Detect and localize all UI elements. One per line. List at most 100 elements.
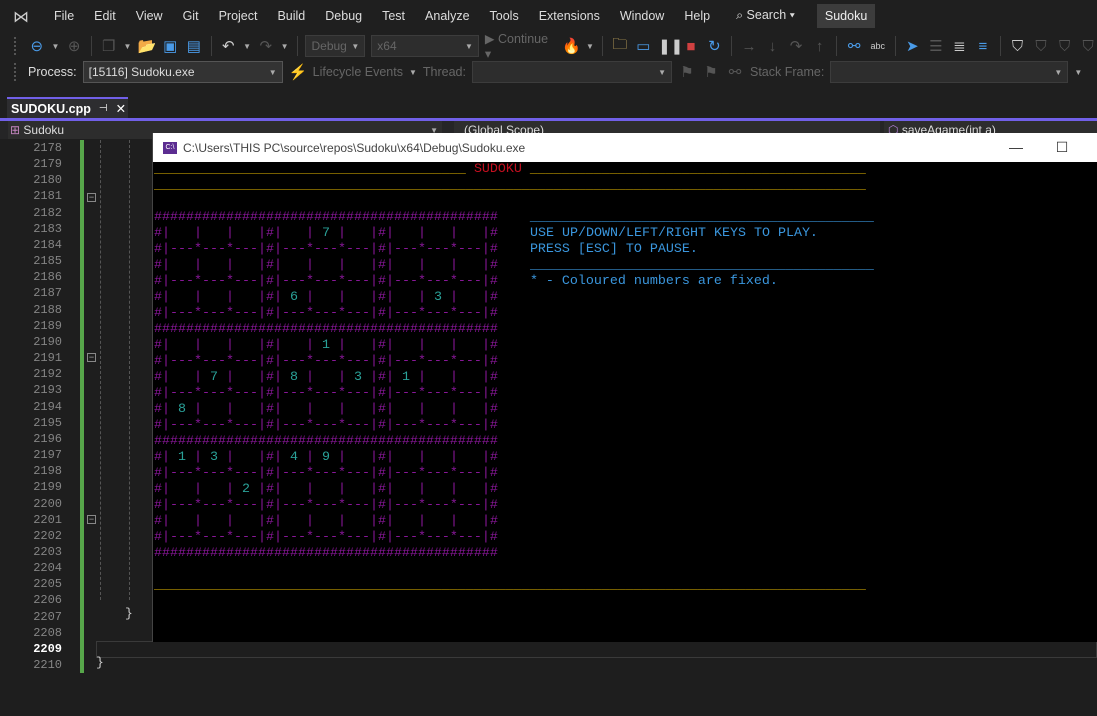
menu-file[interactable]: File [44, 9, 84, 23]
undo-icon[interactable]: ↶ [220, 37, 238, 55]
sudoku-grid-row: ########################################… [154, 434, 498, 449]
line-number: 2180 [33, 173, 62, 188]
platform-select[interactable]: x64 ▼ [371, 35, 479, 57]
show-next-statement-icon[interactable]: → [740, 38, 758, 55]
menu-view[interactable]: View [126, 9, 173, 23]
line-number: 2201 [33, 512, 62, 527]
toolbar-overflow-icon[interactable]: ▼ [1074, 68, 1082, 77]
toolbar-grip[interactable] [14, 37, 18, 55]
navigate-forward-icon[interactable]: ⊕ [65, 37, 83, 55]
fold-collapse-icon[interactable]: − [87, 515, 96, 524]
thread-label: Thread: [422, 65, 466, 79]
menu-debug[interactable]: Debug [315, 9, 372, 23]
line-number: 2190 [33, 334, 62, 349]
continue-label: Continue [498, 32, 549, 46]
stack-frame-select[interactable]: ▼ [830, 61, 1069, 83]
menu-edit[interactable]: Edit [84, 9, 126, 23]
application-window-icon[interactable]: ▭ [635, 37, 653, 55]
step-out-icon[interactable]: ↑ [811, 38, 829, 55]
sudoku-cell: 3 [434, 290, 442, 305]
select-icon[interactable]: ➤ [903, 37, 921, 55]
outdent-icon[interactable]: ≡ [974, 38, 992, 55]
flag-threads-icon[interactable]: ⚑ [702, 63, 720, 81]
menu-help[interactable]: Help [674, 9, 720, 23]
search-button[interactable]: ⌕ Search ▾ [736, 8, 795, 23]
menu-window[interactable]: Window [610, 9, 674, 23]
console-window[interactable]: C:\ C:\Users\THIS PC\source\repos\Sudoku… [152, 133, 1097, 642]
configuration-select[interactable]: Debug ▼ [305, 35, 366, 57]
bookmark-icon[interactable]: ⛉ [1009, 38, 1027, 55]
restart-icon[interactable]: ↻ [706, 37, 724, 55]
spell-check-icon[interactable]: abc [869, 41, 887, 51]
previous-bookmark-icon[interactable]: ⛉ [1032, 38, 1050, 55]
save-all-icon[interactable]: ▤ [185, 37, 203, 55]
open-folder-icon[interactable]: 📂 [137, 37, 156, 55]
sudoku-grid-row: #|---*---*---|#|---*---*---|#|---*---*--… [154, 466, 498, 481]
menu-git[interactable]: Git [173, 9, 209, 23]
hot-reload-icon[interactable]: 🔥 [562, 37, 581, 55]
sudoku-grid-row: #| | 7 | |#| 8 | | 3 |#| 1 | | |# [154, 370, 498, 385]
tab-label: SUDOKU.cpp [11, 101, 91, 116]
new-project-icon[interactable]: ❐ [100, 37, 118, 55]
line-number: 2178 [33, 141, 62, 155]
redo-icon[interactable]: ↷ [257, 37, 275, 55]
sudoku-cell: 8 [290, 370, 298, 385]
menu-tools[interactable]: Tools [480, 9, 529, 23]
visual-studio-logo-icon: ⋈ [13, 8, 29, 26]
menu-project[interactable]: Project [209, 9, 268, 23]
fold-collapse-icon[interactable]: − [87, 193, 96, 202]
fold-collapse-icon[interactable]: − [87, 353, 96, 362]
navigate-back-icon[interactable]: ⊖ [28, 37, 46, 55]
sudoku-cell: 7 [322, 226, 330, 241]
thread-select[interactable]: ▼ [471, 61, 672, 83]
menu-build[interactable]: Build [267, 9, 315, 23]
maximize-button[interactable]: ☐ [1039, 133, 1085, 162]
step-into-icon[interactable]: ↓ [764, 38, 782, 55]
find-in-files-icon[interactable]: 🗀 [611, 34, 629, 59]
change-tracking-bar [80, 140, 84, 673]
line-number: 2208 [33, 625, 62, 640]
save-icon[interactable]: ▣ [161, 37, 179, 55]
lifecycle-events-button[interactable]: Lifecycle Events [313, 65, 403, 79]
indent-icon[interactable]: ≣ [951, 37, 969, 55]
toolbar-grip[interactable] [14, 63, 18, 81]
console-output: _______________________________________ … [154, 162, 1097, 642]
instruction-text: USE UP/DOWN/LEFT/RIGHT KEYS TO PLAY. [530, 226, 818, 241]
sudoku-grid-row: ########################################… [154, 210, 874, 225]
lifecycle-events-icon[interactable]: ⚡ [289, 63, 308, 81]
console-icon: C:\ [163, 141, 177, 154]
menu-analyze[interactable]: Analyze [415, 9, 479, 23]
close-icon[interactable]: ✕ [116, 101, 126, 116]
line-number: 2198 [33, 464, 62, 479]
menu-test[interactable]: Test [372, 9, 415, 23]
line-number: 2184 [33, 237, 62, 252]
move-icon[interactable]: ☰ [927, 37, 945, 55]
stop-icon[interactable]: ■ [682, 38, 700, 55]
clear-bookmarks-icon[interactable]: ⛉ [1079, 38, 1097, 55]
line-number: 2187 [33, 286, 62, 301]
sudoku-grid-row: ########################################… [154, 322, 498, 337]
flag-thread-icon[interactable]: ⚑ [678, 63, 696, 81]
sudoku-grid-row: #|---*---*---|#|---*---*---|#|---*---*--… [154, 354, 498, 369]
process-select[interactable]: [15116] Sudoku.exe ▼ [82, 61, 283, 83]
line-number: 2195 [33, 415, 62, 430]
process-value: [15116] Sudoku.exe [88, 65, 195, 79]
pause-icon[interactable]: ❚❚ [658, 37, 683, 55]
toggle-frames-icon[interactable]: ⚯ [726, 63, 744, 81]
indent-guide [129, 140, 130, 600]
next-bookmark-icon[interactable]: ⛉ [1056, 38, 1074, 55]
sudoku-grid-row: #| | | |#| | | |#| | | |# [154, 514, 498, 529]
console-header: _______________________________________ … [154, 162, 866, 177]
step-over-icon[interactable]: ↷ [787, 37, 805, 55]
continue-button[interactable]: ▶ Continue ▾ [485, 31, 556, 61]
minimize-button[interactable]: — [993, 133, 1039, 162]
menu-extensions[interactable]: Extensions [529, 9, 610, 23]
tab-sudoku-cpp[interactable]: SUDOKU.cpp ⊣ ✕ [7, 97, 128, 118]
threads-icon[interactable]: ⚯ [845, 37, 863, 55]
pin-icon[interactable]: ⊣ [99, 103, 108, 114]
console-title-bar[interactable]: C:\ C:\Users\THIS PC\source\repos\Sudoku… [153, 133, 1097, 162]
stack-frame-label: Stack Frame: [749, 65, 825, 79]
indent-guide [100, 140, 101, 600]
sudoku-grid-row: #| | | 2 |#| | | |#| | | |# [154, 482, 498, 497]
